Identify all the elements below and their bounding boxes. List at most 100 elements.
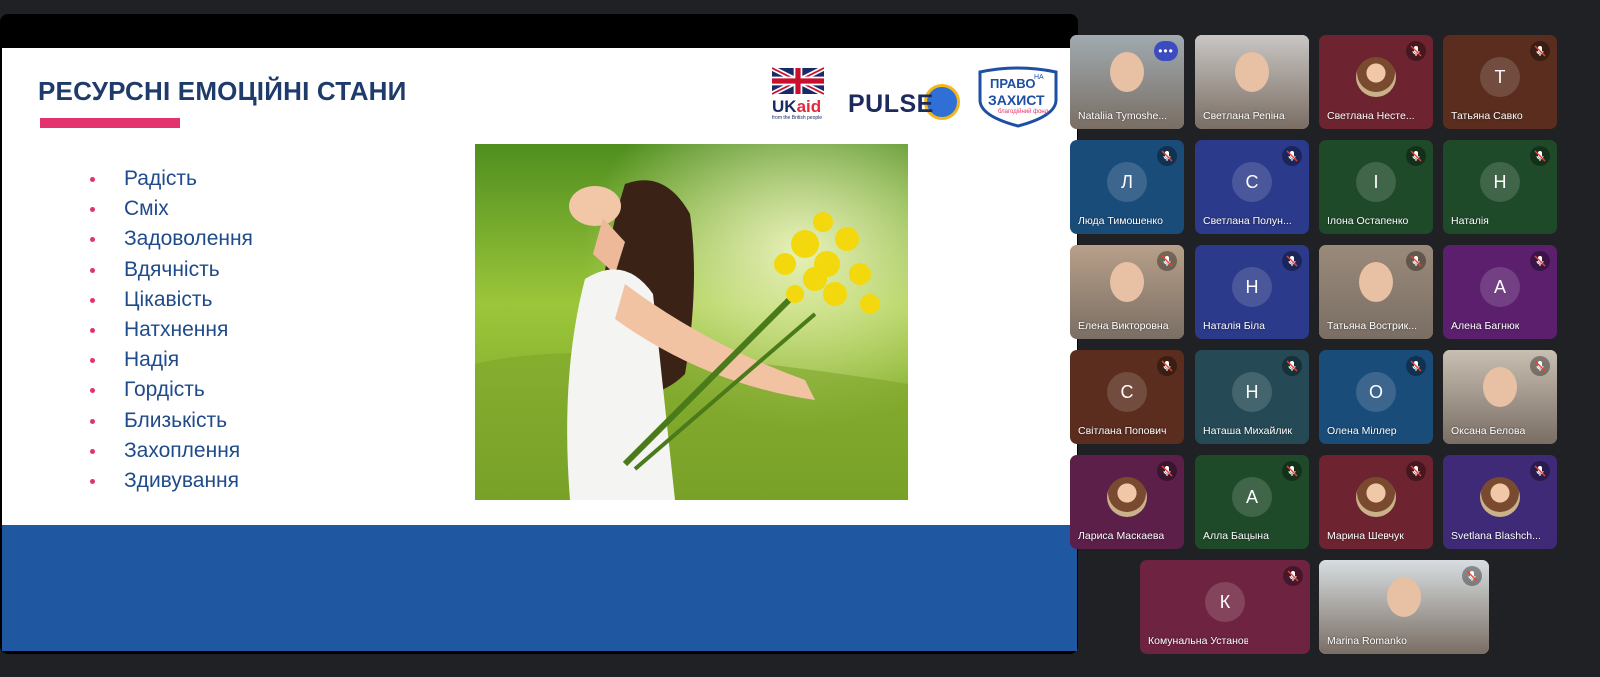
- mic-off-icon: [1157, 461, 1177, 481]
- emotion-item: Натхнення: [88, 315, 253, 345]
- participant-name: Світлана Попович: [1078, 425, 1167, 437]
- participant-name: Наталія Біла: [1203, 320, 1265, 332]
- participant-name: Svetlana Blashch...: [1451, 530, 1541, 542]
- mic-off-icon: [1157, 356, 1177, 376]
- mic-off-icon: [1406, 251, 1426, 271]
- participant-tile[interactable]: Н Наталія: [1443, 140, 1557, 234]
- avatar-photo: [1356, 57, 1396, 97]
- avatar: А: [1480, 267, 1520, 307]
- avatar: О: [1356, 372, 1396, 412]
- emotion-item: Захоплення: [88, 436, 253, 466]
- avatar: Т: [1480, 57, 1520, 97]
- avatar: С: [1232, 162, 1272, 202]
- mic-off-icon: [1406, 41, 1426, 61]
- participant-tile[interactable]: С Світлана Попович: [1070, 350, 1184, 444]
- participant-name: Татьяна Вострик...: [1327, 320, 1418, 332]
- avatar: С: [1107, 372, 1147, 412]
- participant-tile[interactable]: Татьяна Вострик...: [1319, 245, 1433, 339]
- participant-tile[interactable]: Светлана Несте...: [1319, 35, 1433, 129]
- avatar: Л: [1107, 162, 1147, 202]
- union-jack-icon: [772, 66, 824, 96]
- mic-off-icon: [1157, 146, 1177, 166]
- participant-name: Светлана Репіна: [1203, 110, 1285, 122]
- participant-name: Алла Бацына: [1203, 530, 1269, 542]
- avatar: Н: [1480, 162, 1520, 202]
- participant-tile[interactable]: Л Люда Тимошенко: [1070, 140, 1184, 234]
- emotions-list: Радість Сміх Задоволення Вдячність Цікавість…: [88, 164, 253, 496]
- emotion-item: Радість: [88, 164, 253, 194]
- participant-tile[interactable]: Елена Викторовна: [1070, 245, 1184, 339]
- mic-off-icon: [1406, 461, 1426, 481]
- ukaid-logo: UKaid from the British people: [772, 66, 826, 126]
- mic-off-icon: [1406, 356, 1426, 376]
- participant-tile[interactable]: Марина Шевчук: [1319, 455, 1433, 549]
- more-options-icon[interactable]: •••: [1154, 41, 1178, 61]
- participant-name: Марина Шевчук: [1327, 530, 1404, 542]
- mic-off-icon: [1406, 146, 1426, 166]
- participant-name: Оксана Белова: [1451, 425, 1526, 437]
- participant-name: Наталія: [1451, 215, 1489, 227]
- mic-off-icon: [1462, 566, 1482, 586]
- mic-off-icon: [1283, 566, 1303, 586]
- participant-name: Ілона Остапенко: [1327, 215, 1409, 227]
- participant-name: Люда Тимошенко: [1078, 215, 1163, 227]
- participant-tile[interactable]: І Ілона Остапенко: [1319, 140, 1433, 234]
- sponsor-logos: UKaid from the British people PULSE ПРАВ…: [772, 66, 1068, 128]
- mic-off-icon: [1530, 356, 1550, 376]
- participant-name: Marina Romanko: [1327, 635, 1407, 647]
- emotion-item: Цікавість: [88, 285, 253, 315]
- avatar: Н: [1232, 372, 1272, 412]
- participant-name: Олена Міллер: [1327, 425, 1397, 437]
- avatar: Н: [1232, 267, 1272, 307]
- participant-tile[interactable]: О Олена Міллер: [1319, 350, 1433, 444]
- participant-tile[interactable]: Н Наталія Біла: [1195, 245, 1309, 339]
- participant-tile[interactable]: Marina Romanko: [1319, 560, 1489, 654]
- participant-tile[interactable]: Svetlana Blashch...: [1443, 455, 1557, 549]
- participant-name: Алена Багнюк: [1451, 320, 1520, 332]
- pulse-logo: PULSE: [848, 82, 960, 122]
- participant-tile[interactable]: А Алена Багнюк: [1443, 245, 1557, 339]
- avatar: І: [1356, 162, 1396, 202]
- avatar-photo: [1107, 477, 1147, 517]
- mic-off-icon: [1282, 356, 1302, 376]
- participant-tile[interactable]: К Комунальна Установа: [1140, 560, 1310, 654]
- mic-off-icon: [1530, 251, 1550, 271]
- participant-name: Светлана Полун...: [1203, 215, 1292, 227]
- mic-off-icon: [1530, 41, 1550, 61]
- mic-off-icon: [1530, 461, 1550, 481]
- emotion-item: Гордість: [88, 375, 253, 405]
- avatar: А: [1232, 477, 1272, 517]
- mic-off-icon: [1282, 251, 1302, 271]
- pravo-na-zakhyst-logo: ПРАВО НА ЗАХИСТ благодійний фонд: [972, 66, 1068, 128]
- avatar: К: [1205, 582, 1245, 622]
- participant-name: Наташа Михайлик: [1203, 425, 1292, 437]
- participant-tile[interactable]: ••• Nataliia Tymoshe...: [1070, 35, 1184, 129]
- avatar-photo: [1480, 477, 1520, 517]
- emotion-item: Здивування: [88, 466, 253, 496]
- emotion-item: Задоволення: [88, 224, 253, 254]
- mic-off-icon: [1282, 461, 1302, 481]
- slide-title: РЕСУРСНІ ЕМОЦІЙНІ СТАНИ: [38, 76, 407, 106]
- mic-off-icon: [1157, 251, 1177, 271]
- woman-with-flowers-photo: [475, 144, 908, 500]
- emotion-item: Близькість: [88, 406, 253, 436]
- participant-tile[interactable]: Оксана Белова: [1443, 350, 1557, 444]
- emotion-item: Надія: [88, 345, 253, 375]
- participant-name: Светлана Несте...: [1327, 110, 1415, 122]
- title-underline: [40, 118, 180, 128]
- emotion-item: Сміх: [88, 194, 253, 224]
- participant-tile[interactable]: Т Татьяна Савко: [1443, 35, 1557, 129]
- participant-tile[interactable]: Лариса Маскаева: [1070, 455, 1184, 549]
- participant-tile[interactable]: С Светлана Полун...: [1195, 140, 1309, 234]
- participant-tile[interactable]: Светлана Репіна: [1195, 35, 1309, 129]
- participant-name: Комунальна Установа: [1148, 635, 1248, 647]
- presentation-stage[interactable]: РЕСУРСНІ ЕМОЦІЙНІ СТАНИ UKaid from the B…: [0, 14, 1078, 654]
- participant-tile[interactable]: Н Наташа Михайлик: [1195, 350, 1309, 444]
- participant-name: Лариса Маскаева: [1078, 530, 1165, 542]
- avatar-photo: [1356, 477, 1396, 517]
- participant-name: Елена Викторовна: [1078, 320, 1169, 332]
- emotion-item: Вдячність: [88, 255, 253, 285]
- participant-name: Татьяна Савко: [1451, 110, 1523, 122]
- participant-tile[interactable]: А Алла Бацына: [1195, 455, 1309, 549]
- mic-off-icon: [1530, 146, 1550, 166]
